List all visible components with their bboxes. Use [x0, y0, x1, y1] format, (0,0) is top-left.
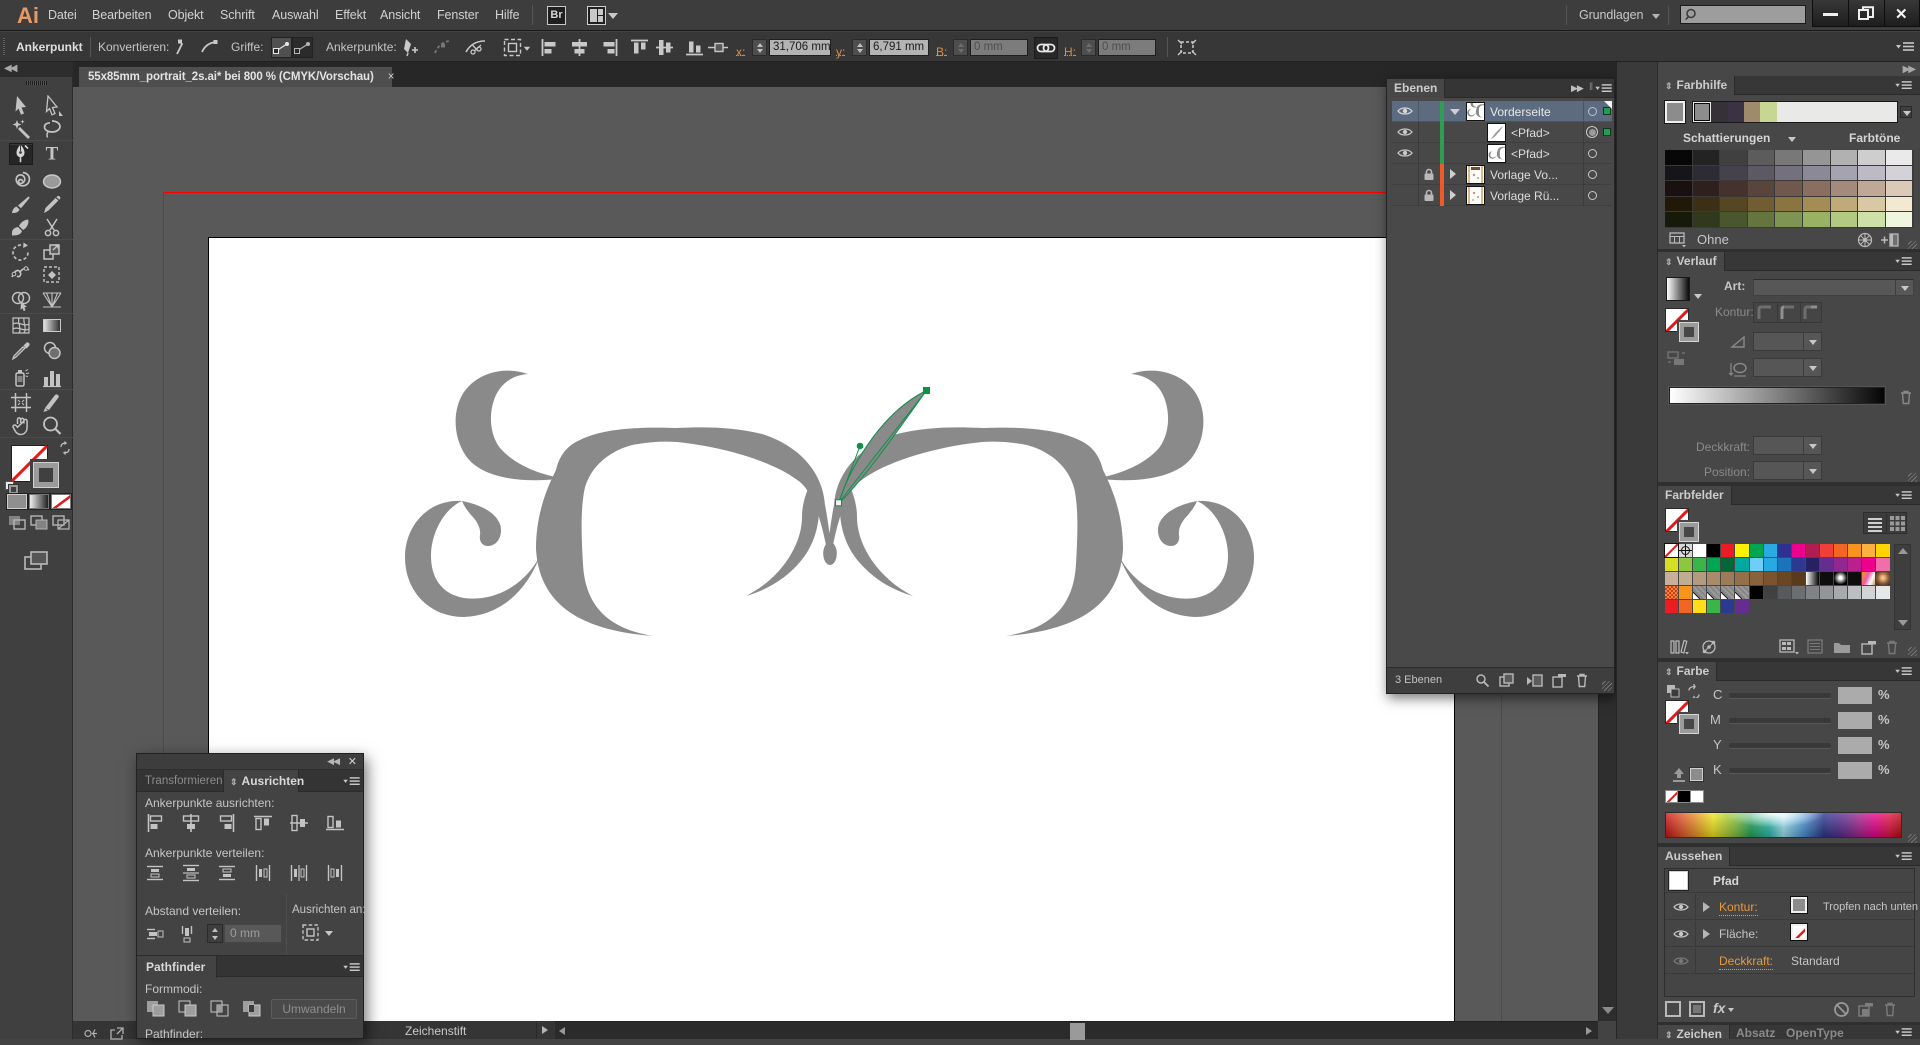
svg-text:T: T — [46, 144, 59, 165]
